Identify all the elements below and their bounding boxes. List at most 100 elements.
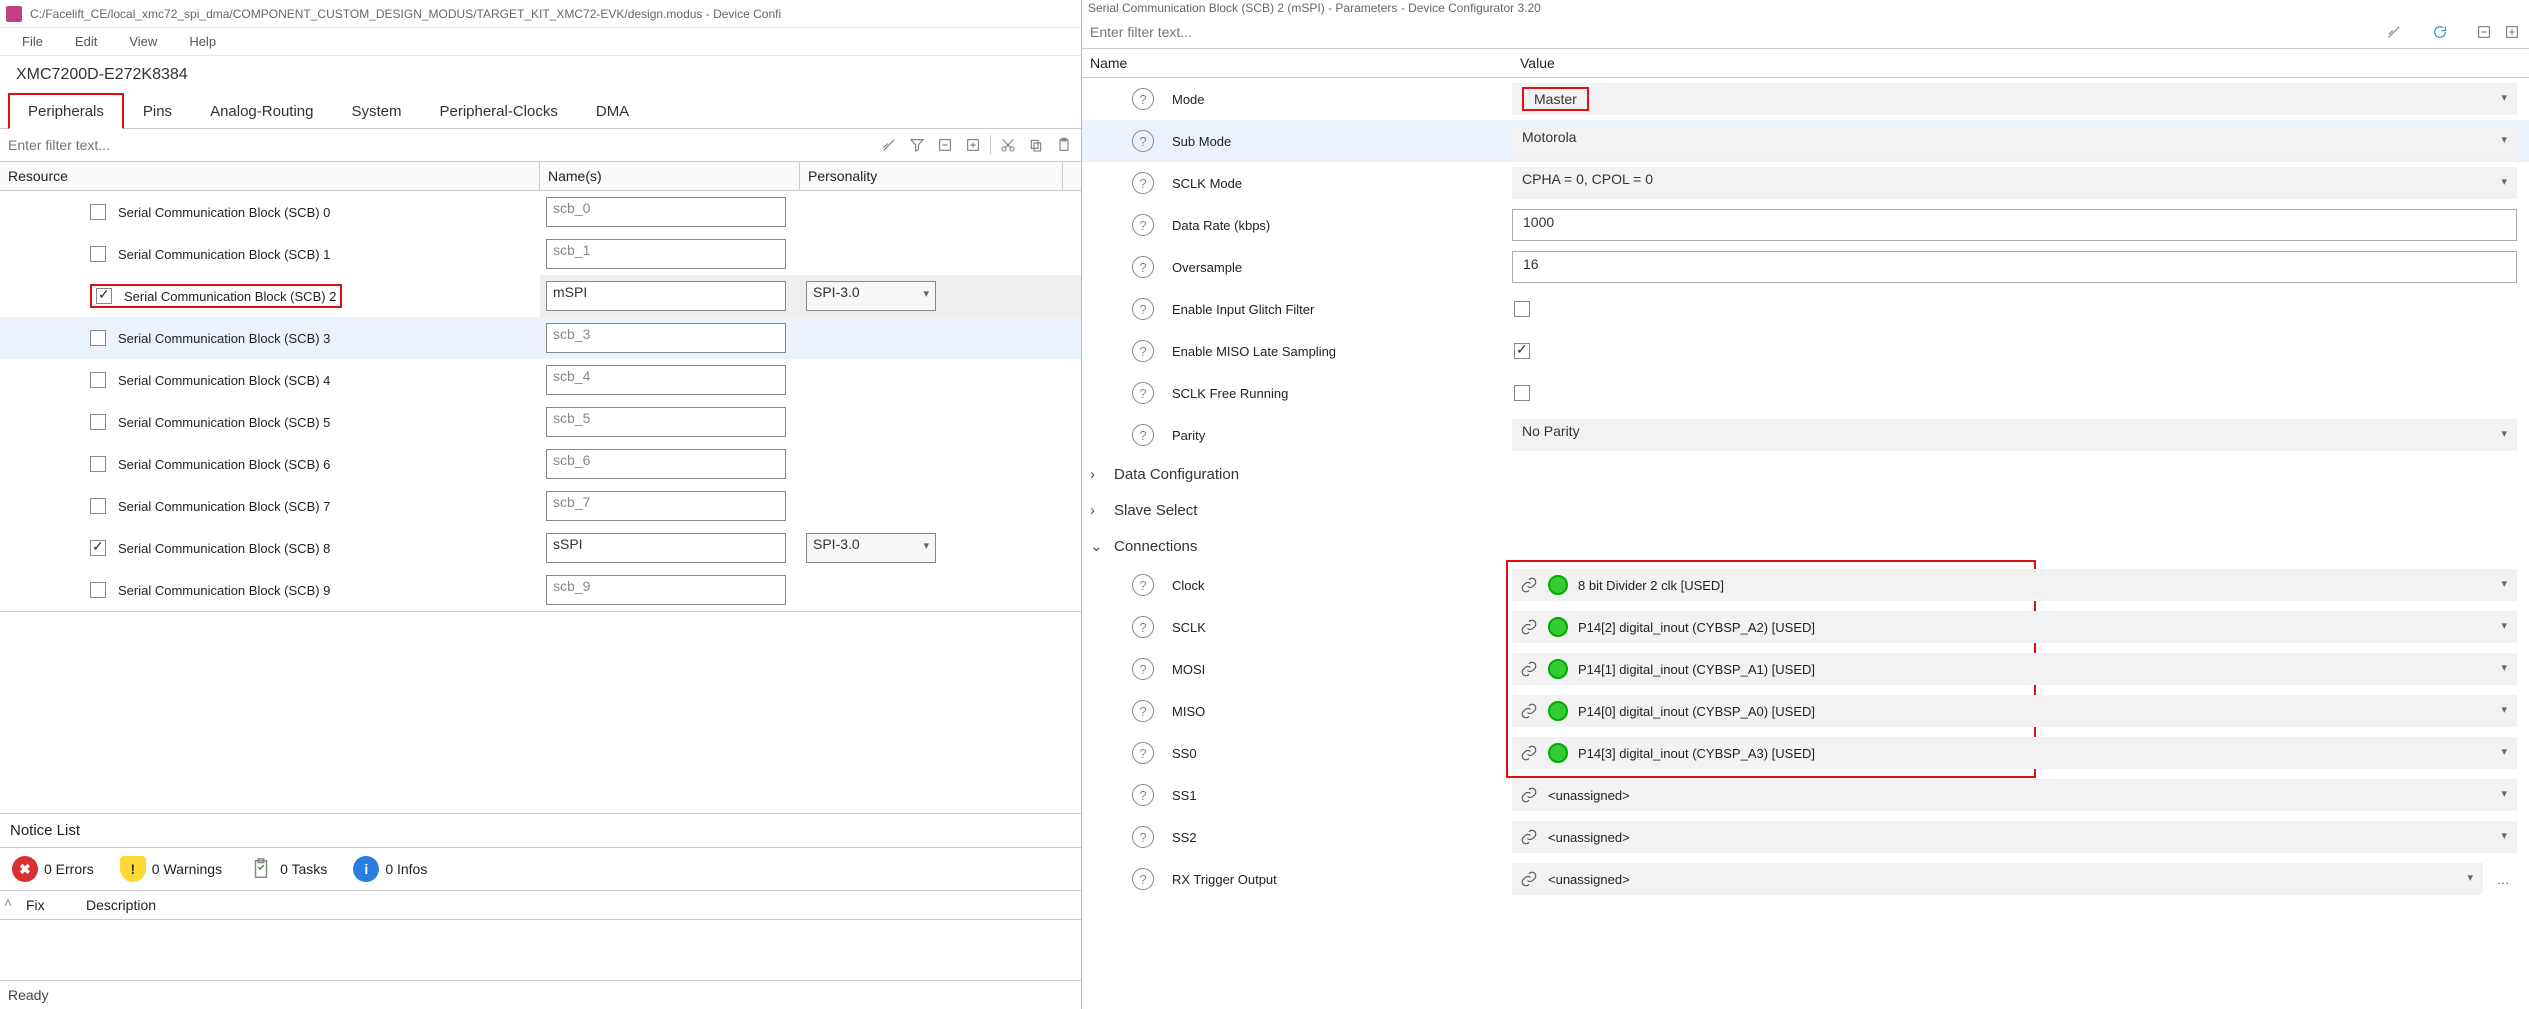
menu-view[interactable]: View — [113, 30, 173, 53]
resource-name-input[interactable]: scb_7 — [546, 491, 786, 521]
help-icon[interactable]: ? — [1132, 214, 1154, 236]
resource-name-input[interactable]: mSPI — [546, 281, 786, 311]
resource-name-input[interactable]: scb_1 — [546, 239, 786, 269]
cut-icon[interactable] — [997, 134, 1019, 156]
menu-help[interactable]: Help — [173, 30, 232, 53]
help-icon[interactable]: ? — [1132, 574, 1154, 596]
resource-row[interactable]: Serial Communication Block (SCB) 4scb_4 — [0, 359, 1081, 401]
menu-file[interactable]: File — [6, 30, 59, 53]
col-description[interactable]: Description — [76, 891, 166, 919]
col-names[interactable]: Name(s) — [540, 162, 800, 190]
tab-system[interactable]: System — [332, 94, 420, 128]
right-filter-input[interactable] — [1088, 20, 2377, 44]
help-icon[interactable]: ? — [1132, 826, 1154, 848]
resource-checkbox[interactable] — [90, 414, 106, 430]
help-icon[interactable]: ? — [1132, 868, 1154, 890]
chip-infos[interactable]: i 0 Infos — [353, 856, 427, 882]
help-icon[interactable]: ? — [1132, 340, 1154, 362]
expand-all-icon[interactable] — [962, 134, 984, 156]
connection-select[interactable]: P14[3] digital_inout (CYBSP_A3) [USED] — [1512, 737, 2517, 769]
tab-peripherals[interactable]: Peripherals — [8, 93, 124, 129]
chip-errors[interactable]: ✖ 0 Errors — [12, 856, 94, 882]
connection-select[interactable]: 8 bit Divider 2 clk [USED] — [1512, 569, 2517, 601]
menu-edit[interactable]: Edit — [59, 30, 113, 53]
connection-select[interactable]: P14[2] digital_inout (CYBSP_A2) [USED] — [1512, 611, 2517, 643]
param-text-input[interactable]: 16 — [1512, 251, 2517, 283]
section-header[interactable]: ›Data Configuration — [1082, 456, 2529, 492]
param-checkbox[interactable] — [1514, 301, 1530, 317]
resource-row[interactable]: Serial Communication Block (SCB) 8sSPISP… — [0, 527, 1081, 569]
personality-select[interactable]: SPI-3.0 — [806, 281, 936, 311]
resource-checkbox[interactable] — [96, 288, 112, 304]
connection-select[interactable]: <unassigned> — [1512, 779, 2517, 811]
param-select[interactable]: Motorola — [1512, 125, 2517, 157]
connection-select[interactable]: P14[0] digital_inout (CYBSP_A0) [USED] — [1512, 695, 2517, 727]
filter-icon[interactable] — [906, 134, 928, 156]
help-icon[interactable]: ? — [1132, 700, 1154, 722]
collapse-all-icon[interactable] — [934, 134, 956, 156]
left-filter-input[interactable] — [6, 133, 872, 157]
resource-checkbox[interactable] — [90, 540, 106, 556]
connection-select[interactable]: <unassigned> — [1512, 863, 2483, 895]
help-icon[interactable]: ? — [1132, 256, 1154, 278]
col-param-name[interactable]: Name — [1082, 49, 1512, 77]
ellipsis-button[interactable]: … — [2489, 865, 2517, 893]
section-header[interactable]: ›Slave Select — [1082, 492, 2529, 528]
help-icon[interactable]: ? — [1132, 130, 1154, 152]
col-personality[interactable]: Personality — [800, 162, 1063, 190]
help-icon[interactable]: ? — [1132, 298, 1154, 320]
resource-row[interactable]: Serial Communication Block (SCB) 2mSPISP… — [0, 275, 1081, 317]
resource-row[interactable]: Serial Communication Block (SCB) 5scb_5 — [0, 401, 1081, 443]
tab-pins[interactable]: Pins — [124, 94, 191, 128]
resource-name-input[interactable]: scb_0 — [546, 197, 786, 227]
param-checkbox[interactable] — [1514, 385, 1530, 401]
resource-row[interactable]: Serial Communication Block (SCB) 7scb_7 — [0, 485, 1081, 527]
resource-checkbox[interactable] — [90, 246, 106, 262]
help-icon[interactable]: ? — [1132, 742, 1154, 764]
paste-icon[interactable] — [1053, 134, 1075, 156]
resource-row[interactable]: Serial Communication Block (SCB) 3scb_3 — [0, 317, 1081, 359]
resource-name-input[interactable]: scb_5 — [546, 407, 786, 437]
resource-name-input[interactable]: scb_9 — [546, 575, 786, 605]
help-icon[interactable]: ? — [1132, 382, 1154, 404]
resource-row[interactable]: Serial Communication Block (SCB) 0scb_0 — [0, 191, 1081, 233]
clear-filter-icon[interactable] — [2383, 21, 2405, 43]
copy-icon[interactable] — [1025, 134, 1047, 156]
param-text-input[interactable]: 1000 — [1512, 209, 2517, 241]
collapse-all-icon[interactable] — [2473, 21, 2495, 43]
help-icon[interactable]: ? — [1132, 784, 1154, 806]
chip-tasks[interactable]: 0 Tasks — [248, 856, 327, 882]
tab-dma[interactable]: DMA — [577, 94, 648, 128]
help-icon[interactable]: ? — [1132, 172, 1154, 194]
param-select[interactable]: No Parity — [1512, 419, 2517, 451]
help-icon[interactable]: ? — [1132, 88, 1154, 110]
param-select[interactable]: CPHA = 0, CPOL = 0 — [1512, 167, 2517, 199]
col-resource[interactable]: Resource — [0, 162, 540, 190]
resource-name-input[interactable]: scb_4 — [546, 365, 786, 395]
col-param-value[interactable]: Value — [1512, 49, 2529, 77]
resource-name-input[interactable]: scb_6 — [546, 449, 786, 479]
param-checkbox[interactable] — [1514, 343, 1530, 359]
col-fix[interactable]: Fix — [16, 891, 76, 919]
resource-checkbox[interactable] — [90, 498, 106, 514]
tab-peripheral-clocks[interactable]: Peripheral-Clocks — [420, 94, 576, 128]
help-icon[interactable]: ? — [1132, 424, 1154, 446]
resource-checkbox[interactable] — [90, 204, 106, 220]
resource-name-input[interactable]: sSPI — [546, 533, 786, 563]
resource-checkbox[interactable] — [90, 372, 106, 388]
tab-analog-routing[interactable]: Analog-Routing — [191, 94, 332, 128]
resource-row[interactable]: Serial Communication Block (SCB) 9scb_9 — [0, 569, 1081, 611]
resource-name-input[interactable]: scb_3 — [546, 323, 786, 353]
resource-checkbox[interactable] — [90, 456, 106, 472]
clear-filter-icon[interactable] — [878, 134, 900, 156]
resource-row[interactable]: Serial Communication Block (SCB) 1scb_1 — [0, 233, 1081, 275]
resource-checkbox[interactable] — [90, 330, 106, 346]
resource-checkbox[interactable] — [90, 582, 106, 598]
expand-all-icon[interactable] — [2501, 21, 2523, 43]
connection-select[interactable]: P14[1] digital_inout (CYBSP_A1) [USED] — [1512, 653, 2517, 685]
refresh-icon[interactable] — [2429, 21, 2451, 43]
resource-row[interactable]: Serial Communication Block (SCB) 6scb_6 — [0, 443, 1081, 485]
personality-select[interactable]: SPI-3.0 — [806, 533, 936, 563]
section-header[interactable]: ⌄Connections — [1082, 528, 2529, 564]
param-select[interactable]: Master — [1512, 83, 2517, 115]
